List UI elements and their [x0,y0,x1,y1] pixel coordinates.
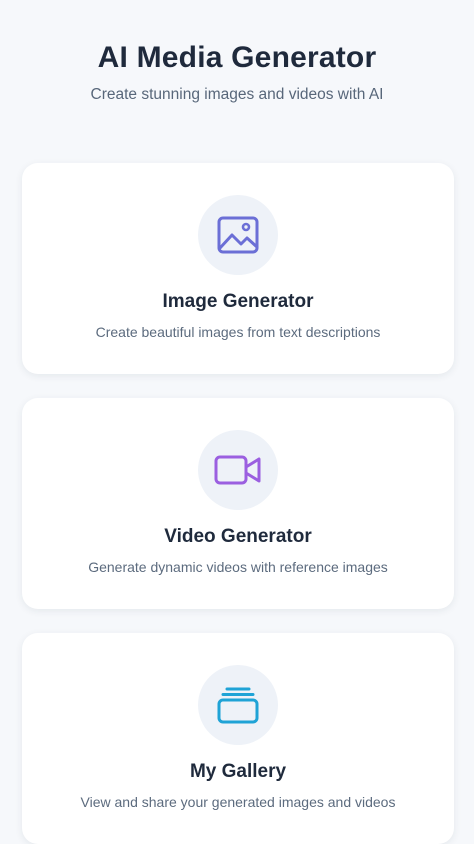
gallery-icon [217,687,259,724]
video-generator-card[interactable]: Video Generator Generate dynamic videos … [22,398,454,609]
image-icon [217,216,259,254]
icon-circle [198,430,278,510]
home-screen: AI Media Generator Create stunning image… [0,0,474,844]
page-header: AI Media Generator Create stunning image… [0,38,474,105]
card-title: My Gallery [189,761,287,782]
page-title: AI Media Generator [97,41,377,74]
card-description: View and share your generated images and… [80,794,396,810]
video-camera-icon [214,455,261,485]
image-generator-card[interactable]: Image Generator Create beautiful images … [22,163,454,374]
my-gallery-card[interactable]: My Gallery View and share your generated… [22,633,454,844]
card-description: Generate dynamic videos with reference i… [88,559,388,575]
card-description: Create beautiful images from text descri… [95,324,381,340]
card-title: Image Generator [162,291,314,312]
icon-circle [198,195,278,275]
card-title: Video Generator [164,526,312,547]
page-subtitle: Create stunning images and videos with A… [90,86,384,103]
icon-circle [198,665,278,745]
